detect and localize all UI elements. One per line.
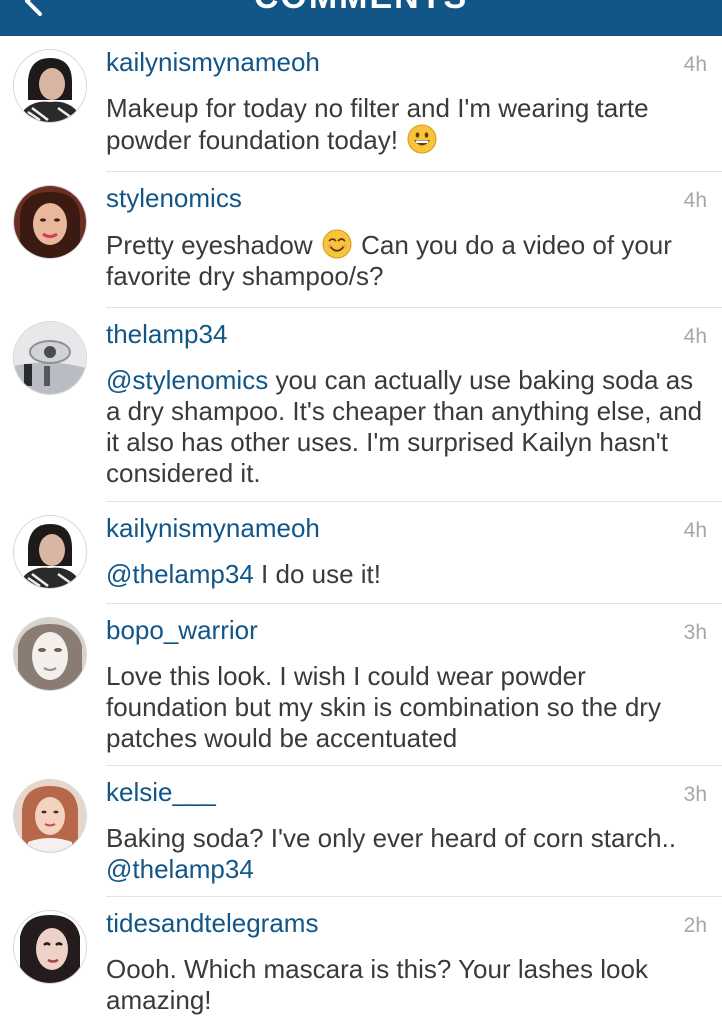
comment-username[interactable]: tidesandtelegrams xyxy=(106,908,318,939)
comment-body: Pretty eyeshadow xyxy=(106,230,313,260)
comment-item: kelsie___ 3h Baking soda? I've only ever… xyxy=(0,766,722,897)
comment-timestamp: 4h xyxy=(683,325,707,348)
comment-item: kailynismynameoh 4h @thelamp34 I do use … xyxy=(0,502,722,604)
comment-text: Oooh. Which mascara is this? Your lashes… xyxy=(106,954,706,1016)
comment-username[interactable]: thelamp34 xyxy=(106,319,227,350)
comment-timestamp: 3h xyxy=(683,783,707,806)
comments-list: kailynismynameoh 4h Makeup for today no … xyxy=(0,36,722,1033)
comment-timestamp: 4h xyxy=(683,519,707,542)
mention-link[interactable]: @stylenomics xyxy=(106,365,268,395)
comment-item: tidesandtelegrams 2h Oooh. Which mascara… xyxy=(0,897,722,1033)
avatar[interactable] xyxy=(14,780,86,852)
avatar[interactable] xyxy=(14,322,86,394)
comment-text: @thelamp34 I do use it! xyxy=(106,559,706,590)
comment-text: Makeup for today no filter and I'm weari… xyxy=(106,93,706,156)
avatar[interactable] xyxy=(14,911,86,983)
comment-body: Makeup for today no filter and I'm weari… xyxy=(106,93,649,155)
comment-text: Baking soda? I've only ever heard of cor… xyxy=(106,823,706,885)
comment-username[interactable]: stylenomics xyxy=(106,183,242,214)
comment-username[interactable]: kailynismynameoh xyxy=(106,513,320,544)
comment-username[interactable]: bopo_warrior xyxy=(106,615,258,646)
avatar[interactable] xyxy=(14,516,86,588)
avatar[interactable] xyxy=(14,186,86,258)
comment-username[interactable]: kailynismynameoh xyxy=(106,47,320,78)
comment-item: stylenomics 4h Pretty eyeshadow Can you … xyxy=(0,172,722,308)
page-title: COMMENTS xyxy=(0,0,722,17)
avatar[interactable] xyxy=(14,618,86,690)
comment-username[interactable]: kelsie___ xyxy=(106,777,216,808)
mention-link[interactable]: @thelamp34 xyxy=(106,854,254,884)
nav-bar: COMMENTS xyxy=(0,0,722,36)
comment-timestamp: 4h xyxy=(683,189,707,212)
comment-timestamp: 2h xyxy=(683,914,707,937)
comment-body: I do use it! xyxy=(261,559,382,589)
grinning-face-emoji-icon xyxy=(407,124,437,154)
comment-body: Love this look. I wish I could wear powd… xyxy=(106,661,661,753)
comment-timestamp: 3h xyxy=(683,621,707,644)
mention-link[interactable]: @thelamp34 xyxy=(106,559,254,589)
comment-text: Love this look. I wish I could wear powd… xyxy=(106,661,706,754)
comment-timestamp: 4h xyxy=(683,53,707,76)
comment-body: Oooh. Which mascara is this? Your lashes… xyxy=(106,954,648,1015)
comment-text: Pretty eyeshadow Can you do a video of y… xyxy=(106,229,706,292)
comment-item: bopo_warrior 3h Love this look. I wish I… xyxy=(0,604,722,766)
comment-body: Baking soda? I've only ever heard of cor… xyxy=(106,823,677,853)
comment-item: kailynismynameoh 4h Makeup for today no … xyxy=(0,36,722,172)
avatar[interactable] xyxy=(14,50,86,122)
comment-item: thelamp34 4h @stylenomics you can actual… xyxy=(0,308,722,502)
comment-text: @stylenomics you can actually use baking… xyxy=(106,365,706,489)
smiling-face-emoji-icon xyxy=(322,229,352,259)
